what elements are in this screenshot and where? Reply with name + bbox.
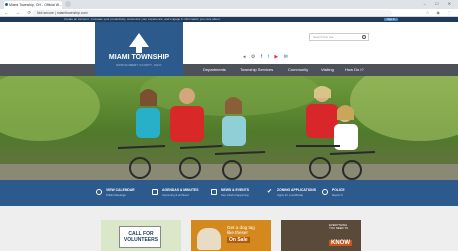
search-placeholder: Search this site xyxy=(313,35,334,39)
quick-link-title: VIEW CALENDAR xyxy=(106,188,135,192)
window-controls[interactable]: – ☐ ✕ xyxy=(424,1,455,6)
nav-community[interactable]: Community xyxy=(288,64,308,76)
main-nav: Departments Township Services Community … xyxy=(0,64,458,76)
check-icon: ✔ xyxy=(267,189,273,195)
newspaper-icon xyxy=(211,189,217,195)
browser-tab[interactable]: Miami Township, OH - Official W... xyxy=(4,1,62,9)
search-icon[interactable] xyxy=(362,35,366,39)
quick-link-title: AGENDAS & MINUTES xyxy=(162,188,199,192)
site-logo[interactable]: MIAMI TOWNSHIP MONTGOMERY COUNTY, OHIO xyxy=(95,22,183,76)
hero-family-bikes-image xyxy=(0,76,458,180)
new-tab-button[interactable] xyxy=(65,1,71,7)
logo-subtitle: MONTGOMERY COUNTY, OHIO xyxy=(116,64,162,67)
facebook-icon[interactable]: f xyxy=(261,54,262,60)
know-card-badge: KNOW xyxy=(329,240,352,246)
document-icon xyxy=(152,189,158,195)
volunteer-sign: CALL FOR VOLUNTEERS xyxy=(119,226,161,248)
feature-section: CALL FOR VOLUNTEERS Get a dog tag like t… xyxy=(0,206,458,251)
volunteers-card[interactable]: CALL FOR VOLUNTEERS xyxy=(101,220,181,251)
browser-tab-bar: Miami Township, OH - Official W... – ☐ ✕ xyxy=(0,0,458,9)
nav-township-services[interactable]: Township Services xyxy=(240,64,273,76)
tab-title: Miami Township, OH - Official W... xyxy=(9,3,62,7)
quick-links-bar: VIEW CALENDAR Public Meetings AGENDAS & … xyxy=(0,180,458,206)
youtube-icon[interactable]: ▶ xyxy=(274,54,278,60)
quick-link-subtitle: Report It xyxy=(332,193,343,197)
sign-in-button[interactable]: Sign In xyxy=(384,18,398,21)
site-header: ◂ ⚙ f t ▶ ✉ xyxy=(0,22,458,64)
nav-visiting[interactable]: Visiting xyxy=(321,64,334,76)
header-tools: ◂ ⚙ f t ▶ ✉ xyxy=(243,54,292,60)
quick-link-subtitle: Apply for a certificate xyxy=(277,193,304,197)
quick-link-title: POLICE xyxy=(332,188,345,192)
nav-how-do-i[interactable]: How Do I? xyxy=(345,64,364,76)
quick-link-title: ZONING APPLICATIONS xyxy=(277,188,316,192)
email-icon[interactable]: ✉ xyxy=(284,54,288,60)
logo-title: MIAMI TOWNSHIP xyxy=(108,54,170,61)
dog-tag-sale-badge: On Sale xyxy=(227,237,250,243)
url-field[interactable]: Not secure | miamitownship.com xyxy=(32,10,392,16)
know-card[interactable]: EVERYTHING YOU NEED TO KNOW xyxy=(281,220,361,251)
quick-link-subtitle: Upcoming & archived xyxy=(162,193,189,197)
volunteers-card-text: CALL FOR VOLUNTEERS xyxy=(123,231,159,243)
clock-icon xyxy=(96,189,102,195)
favicon-icon xyxy=(5,3,8,6)
address-bar-row: ← → ⟳ ⌂ Not secure | miamitownship.com ☆… xyxy=(0,9,458,17)
tree-logo-icon xyxy=(129,33,149,53)
hero-image xyxy=(0,76,458,180)
dog-image xyxy=(197,228,221,250)
dog-tag-card[interactable]: Get a dog tag like these! On Sale xyxy=(191,220,271,251)
dog-tag-line2: like these! xyxy=(227,230,248,235)
extension-icons[interactable]: ☆ ◉ ⋮ xyxy=(426,10,454,15)
quick-link-subtitle: Public Meetings xyxy=(106,193,126,197)
quick-link-title: NEWS & EVENTS xyxy=(221,188,250,192)
quick-link-subtitle: See what's happening xyxy=(221,193,249,197)
nav-departments[interactable]: Departments xyxy=(203,64,226,76)
settings-icon[interactable]: ⚙ xyxy=(251,54,255,60)
text-size-icon[interactable]: ◂ xyxy=(243,54,246,60)
search-input[interactable]: Search this site xyxy=(309,33,369,41)
twitter-icon[interactable]: t xyxy=(268,54,269,60)
know-card-text: EVERYTHING YOU NEED TO xyxy=(329,223,349,231)
badge-icon xyxy=(322,189,328,195)
